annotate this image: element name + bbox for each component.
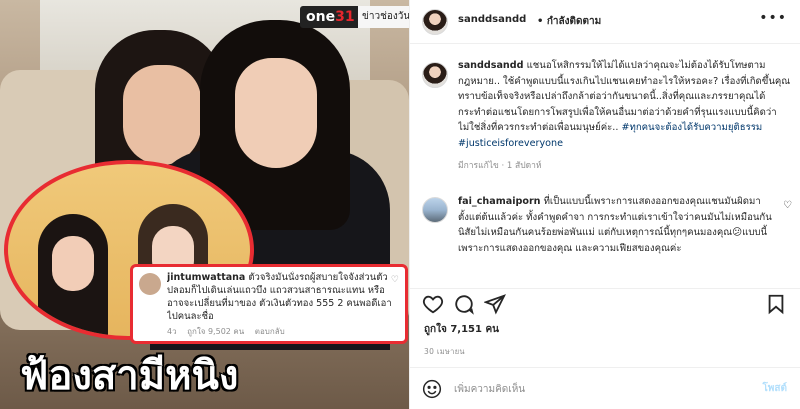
post-image[interactable]: one31 ข่าวช่องวัน ♡ jintumwattana ตัวจริ… (0, 0, 409, 409)
headline-overlay: ฟ้องสามีหนิง (20, 353, 239, 399)
more-horizontal-icon[interactable]: ••• (759, 10, 787, 26)
comment-input[interactable] (454, 379, 734, 399)
comment-text: fai_chamaiporn ที่เป็นแบบนี้เพราะการแสดง… (458, 196, 772, 254)
channel-logo: one31 (300, 6, 361, 28)
news-tag: ข่าวช่องวัน (358, 6, 409, 28)
caption-username[interactable]: sanddsandd (458, 60, 524, 71)
bookmark-icon[interactable] (765, 293, 787, 315)
caption-meta: มีการแก้ไข · 1 สัปดาห์ (458, 161, 542, 171)
add-comment-bar: โพสต์ (410, 367, 800, 409)
comment-item: fai_chamaiporn ที่เป็นแบบนี้เพราะการแสดง… (422, 194, 792, 272)
caption-text: sanddsandd แชนอโหสิกรรมให้ไม่ได้แปลว่าคุ… (458, 60, 791, 149)
avatar[interactable] (422, 197, 448, 223)
follow-status[interactable]: • กำลังติดตาม (537, 14, 601, 29)
action-bar (410, 288, 800, 318)
heart-icon[interactable] (422, 293, 444, 315)
heart-icon[interactable]: ♡ (783, 200, 792, 211)
comment-username[interactable]: fai_chamaiporn (458, 196, 541, 207)
paper-plane-icon[interactable] (483, 293, 506, 315)
inset-comment-meta: 4ว ถูกใจ 9,502 คน ตอบกลับ (167, 327, 285, 336)
avatar[interactable] (422, 9, 448, 35)
comment-bubble-icon[interactable] (453, 293, 475, 315)
inset-comment-screenshot: ♡ jintumwattana ตัวจริงมันนั่งรถผู้สบายใ… (130, 264, 408, 344)
heart-icon: ♡ (390, 275, 399, 285)
likes-count[interactable]: ถูกใจ 7,151 คน (424, 322, 499, 337)
post-caption: sanddsandd แชนอโหสิกรรมให้ไม่ได้แปลว่าคุ… (422, 58, 792, 172)
post-comment-button[interactable]: โพสต์ (762, 381, 787, 396)
avatar[interactable] (422, 62, 448, 88)
inset-comment-text: jintumwattana ตัวจริงมันนั่งรถผู้สบายใจจ… (167, 272, 392, 322)
header-username[interactable]: sanddsandd (458, 14, 526, 25)
post-sidebar: sanddsandd • กำลังติดตาม ••• sanddsandd … (409, 0, 800, 409)
avatar (139, 273, 161, 295)
post-date[interactable]: 30 เมษายน (424, 346, 465, 358)
smiley-icon[interactable] (422, 379, 442, 399)
post-header: sanddsandd • กำลังติดตาม ••• (410, 0, 800, 44)
